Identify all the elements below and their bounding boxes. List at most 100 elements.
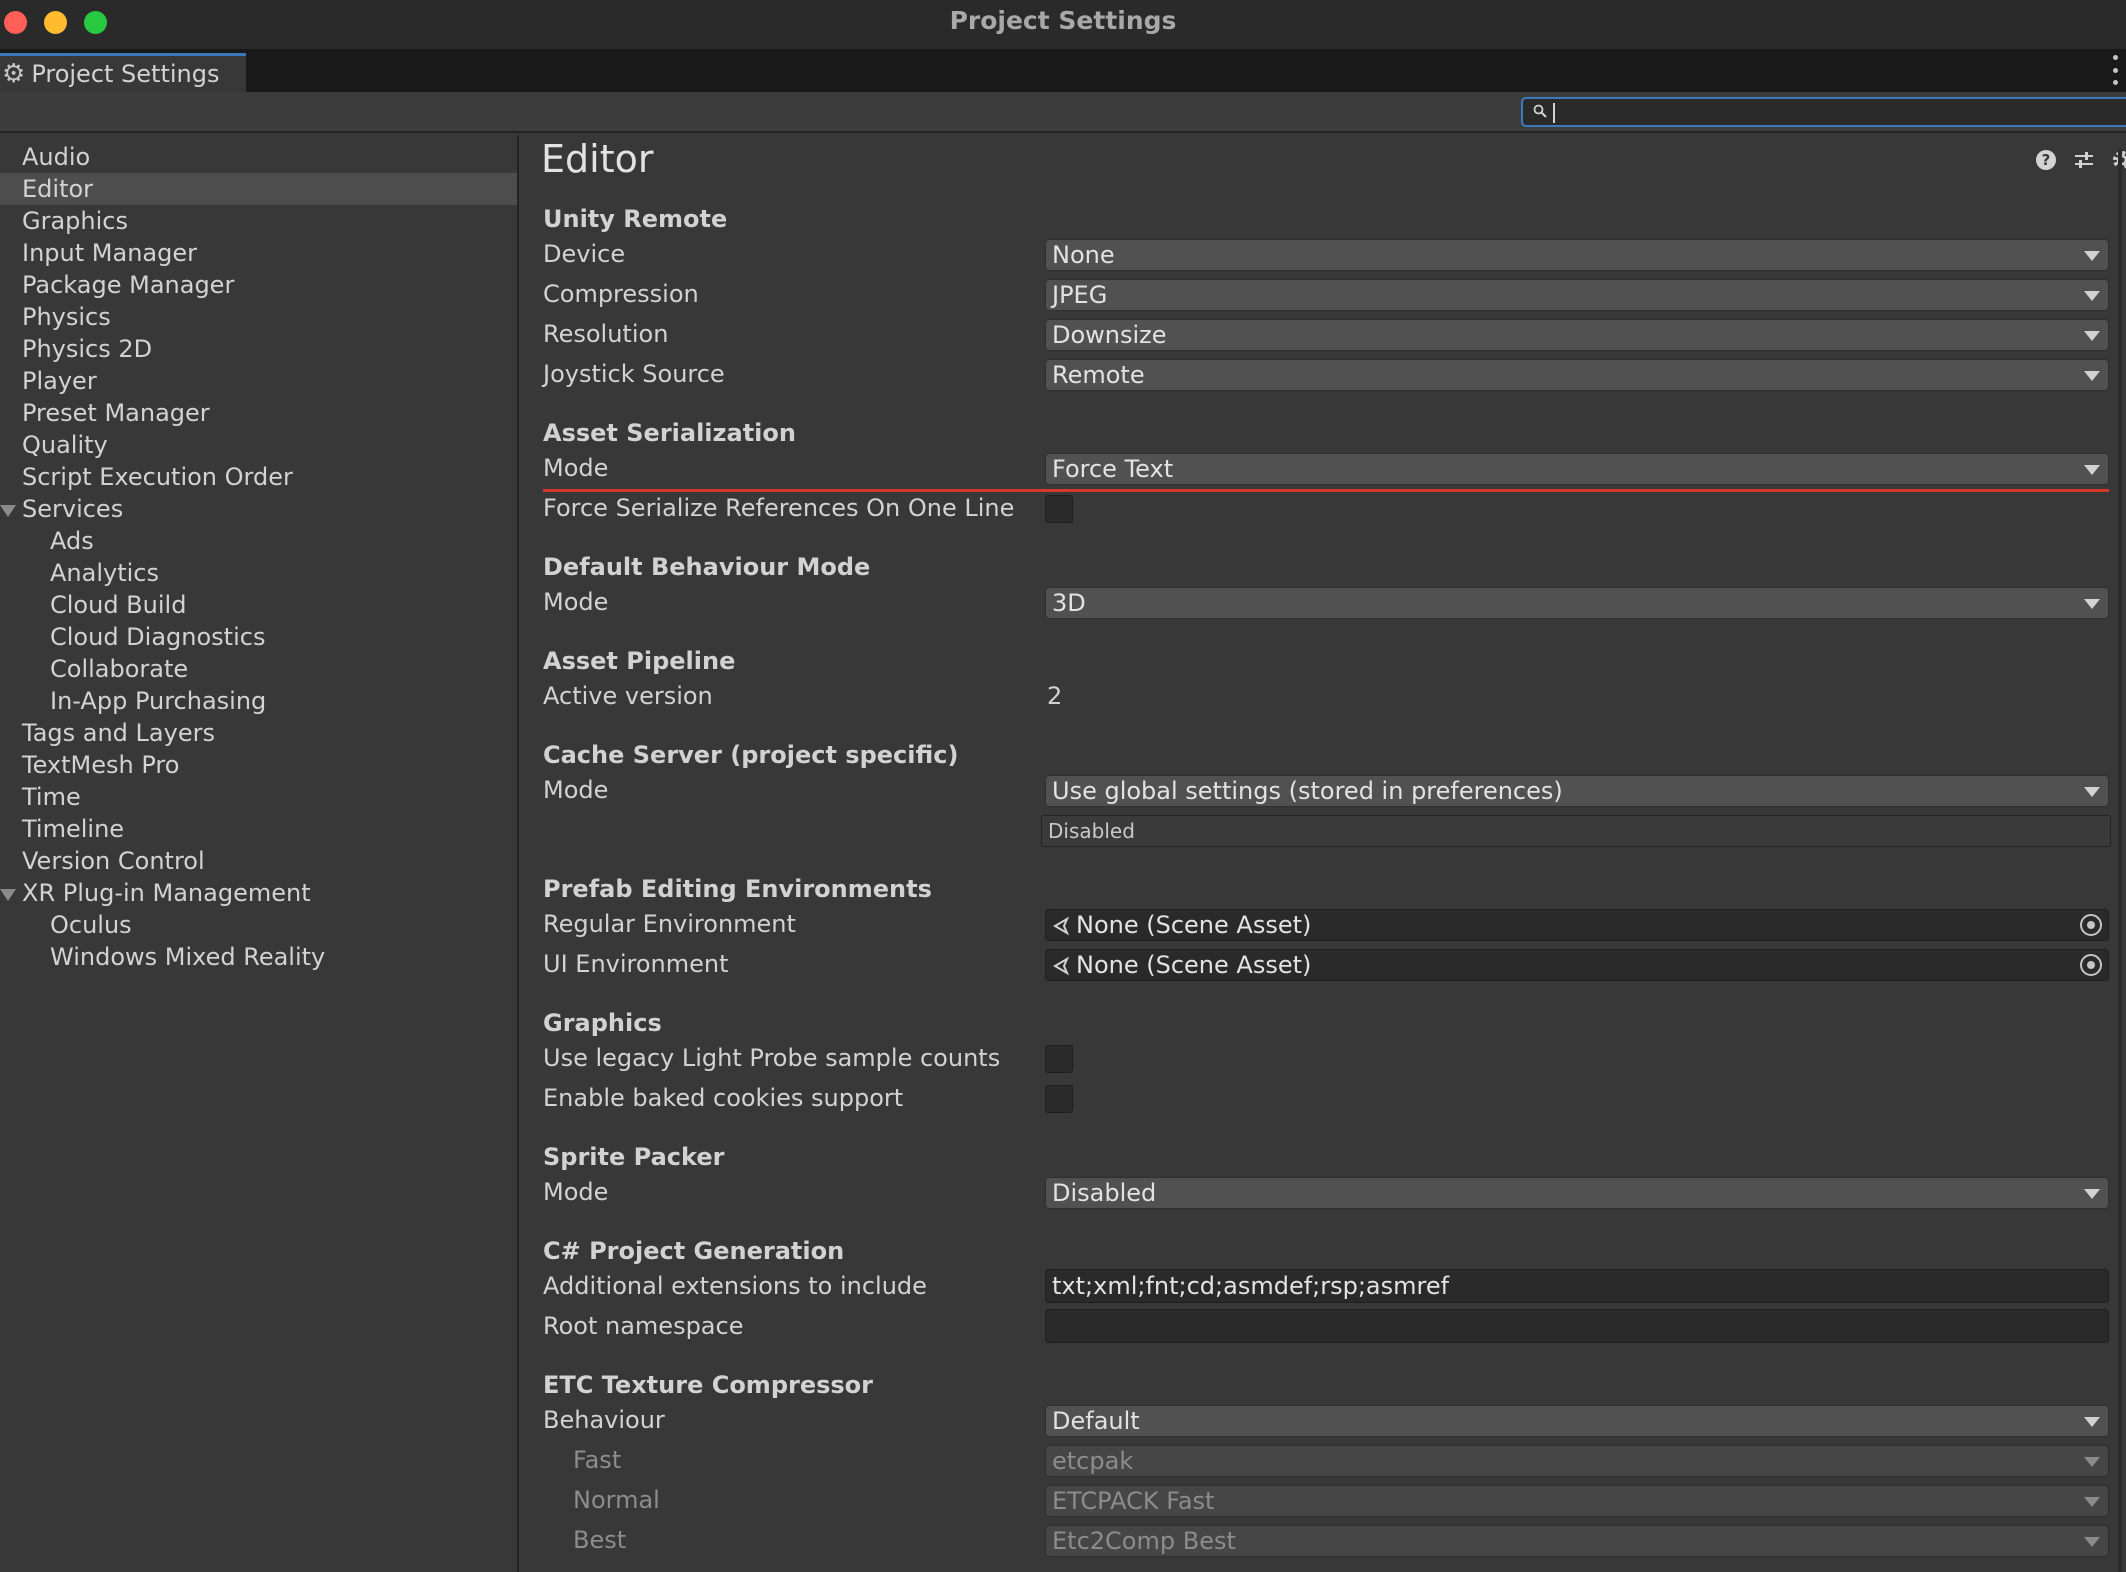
more-options-button[interactable] [2110, 55, 2120, 85]
device-dropdown[interactable]: None [1045, 239, 2109, 271]
scrollbar[interactable] [2118, 149, 2122, 1572]
gear-icon: ⚙ [2, 59, 26, 89]
sidebar-item-script-execution-order[interactable]: Script Execution Order [0, 461, 517, 493]
behaviour-mode-dropdown[interactable]: 3D [1045, 587, 2109, 619]
object-picker-icon[interactable] [2080, 954, 2102, 976]
sidebar-item-tags-and-layers[interactable]: Tags and Layers [0, 717, 517, 749]
toolbar [0, 92, 2126, 133]
tab-bar: ⚙ Project Settings [0, 49, 2126, 92]
sidebar-item-cloud-build[interactable]: Cloud Build [0, 589, 517, 621]
chevron-down-icon [2084, 291, 2100, 301]
sidebar-item-input-manager[interactable]: Input Manager [0, 237, 517, 269]
highlight-underline [543, 489, 2109, 492]
compression-label: Compression [543, 280, 699, 308]
sidebar-item-player[interactable]: Player [0, 365, 517, 397]
etc-normal-label: Normal [573, 1486, 660, 1514]
sprite-packer-mode-label: Mode [543, 1178, 609, 1206]
active-version-value: 2 [1047, 682, 1063, 710]
sidebar-item-version-control[interactable]: Version Control [0, 845, 517, 877]
section-asset-serialization: Asset Serialization [543, 419, 796, 447]
expand-arrow-icon[interactable] [0, 505, 16, 517]
sidebar-item-cloud-diagnostics[interactable]: Cloud Diagnostics [0, 621, 517, 653]
search-icon [1533, 104, 1547, 118]
sidebar-item-ads[interactable]: Ads [0, 525, 517, 557]
extensions-input[interactable]: txt;xml;fnt;cd;asmdef;rsp;asmref [1045, 1269, 2109, 1303]
expand-arrow-icon[interactable] [0, 889, 16, 901]
etc-best-dropdown: Etc2Comp Best [1045, 1525, 2109, 1557]
search-caret [1553, 103, 1555, 123]
chevron-down-icon [2084, 599, 2100, 609]
cache-mode-label: Mode [543, 776, 609, 804]
baked-cookies-label: Enable baked cookies support [543, 1084, 904, 1112]
regular-environment-field[interactable]: None (Scene Asset) [1045, 909, 2109, 941]
resolution-dropdown[interactable]: Downsize [1045, 319, 2109, 351]
chevron-down-icon [2084, 787, 2100, 797]
sidebar-item-package-manager[interactable]: Package Manager [0, 269, 517, 301]
sidebar-item-collaborate[interactable]: Collaborate [0, 653, 517, 685]
etc-fast-dropdown: etcpak [1045, 1445, 2109, 1477]
regular-environment-label: Regular Environment [543, 910, 796, 938]
title-bar: Project Settings [0, 0, 2126, 49]
search-input[interactable] [1521, 97, 2126, 127]
root-namespace-input[interactable] [1045, 1309, 2109, 1343]
sidebar-item-in-app-purchasing[interactable]: In-App Purchasing [0, 685, 517, 717]
legacy-light-probe-label: Use legacy Light Probe sample counts [543, 1044, 1001, 1072]
chevron-down-icon [2084, 1457, 2100, 1467]
behaviour-mode-label: Mode [543, 588, 609, 616]
svg-text:?: ? [2042, 151, 2051, 169]
force-serialize-label: Force Serialize References On One Line [543, 494, 1015, 522]
chevron-down-icon [2084, 1537, 2100, 1547]
section-graphics: Graphics [543, 1009, 662, 1037]
window-title: Project Settings [949, 6, 1177, 35]
chevron-down-icon [2084, 251, 2100, 261]
active-version-label: Active version [543, 682, 713, 710]
serialization-mode-dropdown[interactable]: Force Text [1045, 453, 2109, 485]
sidebar-item-editor[interactable]: Editor [0, 173, 517, 205]
sidebar-item-textmesh-pro[interactable]: TextMesh Pro [0, 749, 517, 781]
section-sprite-packer: Sprite Packer [543, 1143, 725, 1171]
section-prefab-editing: Prefab Editing Environments [543, 875, 932, 903]
sidebar-item-preset-manager[interactable]: Preset Manager [0, 397, 517, 429]
help-icon[interactable]: ? [2033, 147, 2059, 173]
etc-best-label: Best [573, 1526, 627, 1554]
sidebar-item-xr-plugin-management[interactable]: XR Plug-in Management [0, 877, 517, 909]
sidebar-item-windows-mixed-reality[interactable]: Windows Mixed Reality [0, 941, 517, 973]
scene-asset-icon [1053, 916, 1070, 936]
etc-normal-dropdown: ETCPACK Fast [1045, 1485, 2109, 1517]
extensions-label: Additional extensions to include [543, 1272, 927, 1300]
compression-dropdown[interactable]: JPEG [1045, 279, 2109, 311]
cache-mode-dropdown[interactable]: Use global settings (stored in preferenc… [1045, 775, 2109, 807]
sidebar-item-services[interactable]: Services [0, 493, 517, 525]
sidebar-item-audio[interactable]: Audio [0, 141, 517, 173]
etc-behaviour-dropdown[interactable]: Default [1045, 1405, 2109, 1437]
tab-project-settings[interactable]: ⚙ Project Settings [0, 53, 246, 92]
section-asset-pipeline: Asset Pipeline [543, 647, 736, 675]
chevron-down-icon [2084, 465, 2100, 475]
joystick-source-dropdown[interactable]: Remote [1045, 359, 2109, 391]
object-picker-icon[interactable] [2080, 914, 2102, 936]
chevron-down-icon [2084, 1497, 2100, 1507]
sidebar-item-physics[interactable]: Physics [0, 301, 517, 333]
joystick-source-label: Joystick Source [543, 360, 725, 388]
legacy-light-probe-checkbox[interactable] [1045, 1045, 1073, 1073]
chevron-down-icon [2084, 1417, 2100, 1427]
section-default-behaviour-mode: Default Behaviour Mode [543, 553, 871, 581]
force-serialize-checkbox[interactable] [1045, 495, 1073, 523]
sprite-packer-mode-dropdown[interactable]: Disabled [1045, 1177, 2109, 1209]
preset-icon[interactable] [2071, 147, 2097, 173]
sidebar-item-timeline[interactable]: Timeline [0, 813, 517, 845]
sidebar-item-time[interactable]: Time [0, 781, 517, 813]
section-etc-compressor: ETC Texture Compressor [543, 1371, 873, 1399]
sidebar-item-oculus[interactable]: Oculus [0, 909, 517, 941]
sidebar-item-graphics[interactable]: Graphics [0, 205, 517, 237]
sidebar-item-quality[interactable]: Quality [0, 429, 517, 461]
root-namespace-label: Root namespace [543, 1312, 744, 1340]
baked-cookies-checkbox[interactable] [1045, 1085, 1073, 1113]
sidebar-item-analytics[interactable]: Analytics [0, 557, 517, 589]
editor-settings-panel: Editor ? Unity Remote Device None Compre… [521, 135, 2126, 1572]
sidebar-item-physics-2d[interactable]: Physics 2D [0, 333, 517, 365]
ui-environment-field[interactable]: None (Scene Asset) [1045, 949, 2109, 981]
settings-sidebar: Audio Editor Graphics Input Manager Pack… [0, 135, 519, 1572]
chevron-down-icon [2084, 331, 2100, 341]
header-icons: ? [2033, 147, 2126, 173]
